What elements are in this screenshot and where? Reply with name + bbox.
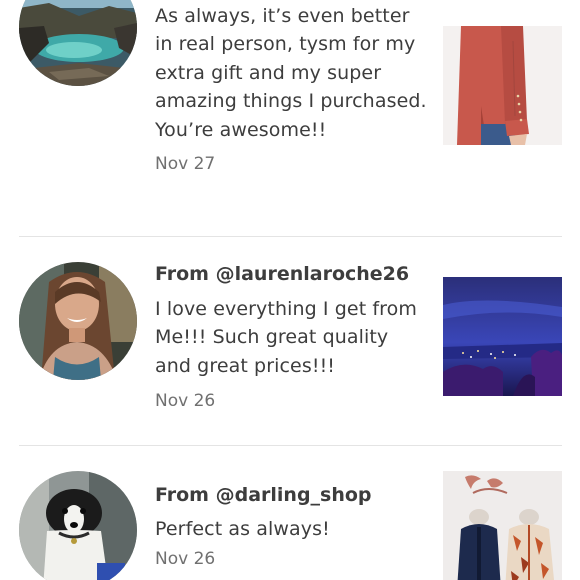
divider [19,445,562,446]
review-text: As always, it’s even better in real pers… [155,2,427,176]
review-date: Nov 27 [155,154,216,175]
review-message: As always, it’s even better in real pers… [155,5,427,141]
review-message: Perfect as always! [155,518,330,540]
review-author[interactable]: From @darling_shop [155,481,427,509]
review-text: From @darling_shop Perfect as always! No… [155,481,427,571]
review-text: From @laurenlaroche26 I love everything … [155,260,427,413]
reviews-feed: As always, it’s even better in real pers… [0,0,580,580]
purchased-item-thumbnail[interactable] [443,26,562,145]
review-author[interactable]: From @laurenlaroche26 [155,260,427,288]
purchased-item-thumbnail[interactable] [443,471,562,580]
reviewer-avatar[interactable] [19,471,137,580]
divider [19,236,562,237]
review-date: Nov 26 [155,549,216,570]
review-message: I love everything I get from Me!!! Such … [155,298,418,377]
reviewer-avatar[interactable] [19,262,137,380]
reviewer-avatar[interactable] [19,0,137,86]
review-date: Nov 26 [155,391,216,412]
purchased-item-thumbnail[interactable] [443,277,562,396]
